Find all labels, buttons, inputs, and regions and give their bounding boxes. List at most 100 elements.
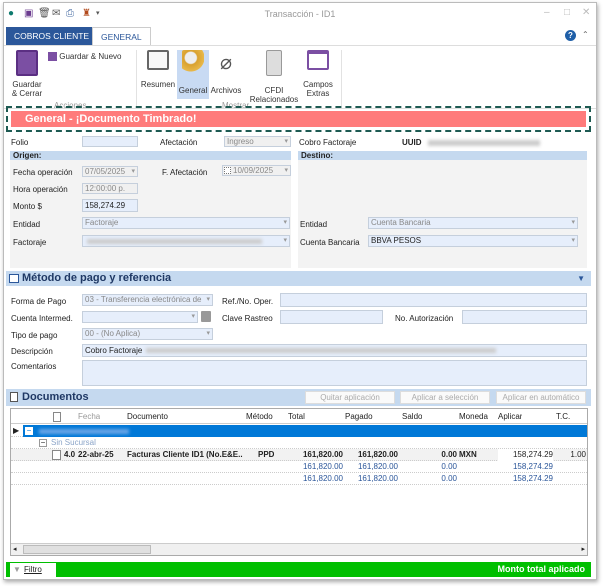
collapse-icon[interactable]: − bbox=[25, 427, 33, 435]
fecha-operacion-picker[interactable]: 07/05/2025 bbox=[82, 166, 138, 177]
cell-pagado: 161,820.00 bbox=[357, 450, 398, 459]
cuenta-intermed-label: Cuenta Intermed. bbox=[11, 314, 73, 323]
campos-button[interactable]: Campos Extras bbox=[300, 50, 336, 98]
col-metodo[interactable]: Método bbox=[246, 411, 273, 423]
ref-oper-label: Ref./No. Oper. bbox=[222, 297, 274, 306]
group-row-sucursal[interactable]: − Sin Sucursal bbox=[11, 437, 587, 449]
grid-header: Fecha Documento Método Total Pagado Sald… bbox=[11, 411, 587, 424]
col-tc[interactable]: T.C. bbox=[556, 411, 570, 423]
general-button[interactable]: General bbox=[177, 50, 209, 99]
maximize-icon[interactable]: □ bbox=[564, 7, 570, 18]
delete-icon[interactable]: 🗑 bbox=[38, 8, 51, 19]
document-icon bbox=[10, 392, 18, 402]
documents-icon bbox=[266, 50, 282, 76]
print-icon[interactable]: ⎙ bbox=[66, 8, 77, 19]
minimize-icon[interactable]: – bbox=[544, 7, 550, 18]
comentarios-textarea[interactable] bbox=[82, 360, 587, 386]
descripcion-value: Cobro Factoraje bbox=[85, 346, 143, 355]
horizontal-scrollbar[interactable]: ◂ ▸ bbox=[11, 543, 587, 555]
f-afectacion-value: 10/09/2025 bbox=[233, 166, 274, 175]
uuid-label: UUID bbox=[402, 138, 422, 147]
cuenta-intermed-button[interactable] bbox=[201, 311, 211, 322]
divider bbox=[136, 50, 137, 106]
col-documento[interactable]: Documento bbox=[127, 411, 168, 423]
tipo-pago-select[interactable]: 00 - (No Aplica) bbox=[82, 328, 213, 340]
cell-moneda: MXN bbox=[459, 450, 477, 459]
no-autorizacion-input[interactable] bbox=[462, 310, 587, 324]
ribbon: Guardar & Cerrar Guardar & Nuevo Accione… bbox=[4, 45, 596, 110]
hora-operacion-label: Hora operación bbox=[13, 185, 68, 194]
monto-input[interactable]: 158,274.29 bbox=[82, 199, 138, 212]
aplicar-seleccion-button[interactable]: Aplicar a selección bbox=[400, 391, 490, 404]
hora-operacion-spinner[interactable]: 12:00:00 p. bbox=[82, 183, 138, 194]
factoraje-value-redacted bbox=[87, 239, 262, 244]
subtotal-pagado: 161,820.00 bbox=[357, 462, 398, 471]
afectacion-label: Afectación bbox=[160, 138, 198, 147]
email-icon[interactable]: ✉ bbox=[52, 8, 63, 19]
collapse-ribbon-icon[interactable]: ⌃ bbox=[582, 30, 589, 39]
tab-general[interactable]: GENERAL bbox=[92, 27, 151, 46]
tab-cobros-cliente[interactable]: COBROS CLIENTE bbox=[6, 27, 98, 45]
afectacion-select[interactable]: Ingreso bbox=[224, 136, 291, 147]
presentation-icon bbox=[147, 50, 169, 70]
f-afectacion-checkbox[interactable] bbox=[224, 167, 231, 174]
subtotal-total: 161,820.00 bbox=[302, 462, 343, 471]
save-close-button[interactable]: Guardar & Cerrar bbox=[10, 50, 44, 98]
status-banner: General - ¡Documento Timbrado! bbox=[6, 106, 591, 132]
cuenta-bancaria-label: Cuenta Bancaria bbox=[300, 238, 360, 247]
collapse-icon[interactable]: − bbox=[39, 439, 47, 447]
col-aplicar[interactable]: Aplicar bbox=[498, 411, 522, 423]
chevron-down-icon[interactable]: ▼ bbox=[577, 271, 585, 286]
col-pagado[interactable]: Pagado bbox=[345, 411, 373, 423]
col-fecha[interactable]: Fecha bbox=[78, 411, 100, 423]
factoraje-select[interactable] bbox=[82, 235, 290, 247]
cuenta-bancaria-select[interactable]: BBVA PESOS bbox=[368, 235, 578, 247]
dropdown-icon[interactable]: ▾ bbox=[96, 8, 107, 19]
col-moneda[interactable]: Moneda bbox=[459, 411, 488, 423]
quitar-aplicacion-button[interactable]: Quitar aplicación bbox=[305, 391, 395, 404]
cfdi-button[interactable]: CFDI Relacionados bbox=[246, 50, 302, 104]
sucursal-label: Sin Sucursal bbox=[51, 438, 96, 447]
forma-pago-select[interactable]: 03 - Transferencia electrónica de bbox=[82, 294, 213, 306]
cell-total: 161,820.00 bbox=[302, 450, 343, 459]
monto-label: Monto $ bbox=[13, 202, 42, 211]
dest-entidad-select[interactable]: Cuenta Bancaria bbox=[368, 217, 578, 229]
table-row[interactable]: 4.0 22-abr-25 Facturas Cliente ID1 (No.E… bbox=[11, 449, 587, 461]
monto-total-label: Monto total aplicado bbox=[497, 564, 586, 574]
metodo-title: Método de pago y referencia bbox=[22, 272, 172, 284]
cfdi-label: CFDI Relacionados bbox=[249, 86, 299, 104]
save-icon[interactable]: ▣ bbox=[24, 8, 35, 19]
scroll-left-icon[interactable]: ◂ bbox=[13, 545, 17, 553]
scroll-right-icon[interactable]: ▸ bbox=[581, 545, 585, 553]
close-icon[interactable]: ✕ bbox=[582, 7, 590, 18]
resumen-button[interactable]: Resumen bbox=[140, 50, 176, 89]
col-saldo[interactable]: Saldo bbox=[402, 411, 422, 423]
subtotal-row: 161,820.00 161,820.00 0.00 158,274.29 bbox=[11, 461, 587, 473]
help-icon[interactable]: ? bbox=[565, 30, 576, 41]
cell-tc[interactable]: 1.00 bbox=[556, 449, 586, 461]
filtro-label: Filtro bbox=[24, 565, 42, 574]
save-close-icon bbox=[16, 50, 38, 76]
clave-rastreo-input[interactable] bbox=[280, 310, 383, 324]
filtro-button[interactable]: ▼ Filtro bbox=[10, 563, 56, 577]
folio-input[interactable] bbox=[82, 136, 138, 147]
descripcion-input[interactable]: Cobro Factoraje bbox=[82, 344, 587, 357]
save-new-button[interactable]: Guardar & Nuevo bbox=[48, 52, 122, 62]
cuenta-intermed-select[interactable] bbox=[82, 311, 198, 323]
metodo-header[interactable]: Método de pago y referencia ▼ bbox=[6, 271, 591, 286]
aplicar-automatico-button[interactable]: Aplicar en automático bbox=[496, 391, 586, 404]
ref-oper-input[interactable] bbox=[280, 293, 587, 307]
user-icon[interactable]: ♜ bbox=[82, 8, 93, 19]
entidad-select[interactable]: Factoraje bbox=[82, 217, 290, 229]
group-row-cliente[interactable]: ▶ − bbox=[11, 425, 587, 437]
form-icon bbox=[307, 50, 329, 70]
cell-fecha: 22-abr-25 bbox=[78, 450, 114, 459]
archivos-button[interactable]: ⌀ Archivos bbox=[209, 50, 243, 95]
scroll-thumb[interactable] bbox=[23, 545, 151, 554]
cell-aplicar-input[interactable]: 158,274.29 bbox=[498, 449, 553, 461]
col-total[interactable]: Total bbox=[288, 411, 305, 423]
subtotal-saldo: 0.00 bbox=[441, 462, 457, 471]
f-afectacion-picker[interactable]: 10/09/2025 bbox=[222, 165, 291, 176]
no-autorizacion-label: No. Autorización bbox=[395, 314, 454, 323]
folio-label: Folio bbox=[11, 138, 29, 147]
